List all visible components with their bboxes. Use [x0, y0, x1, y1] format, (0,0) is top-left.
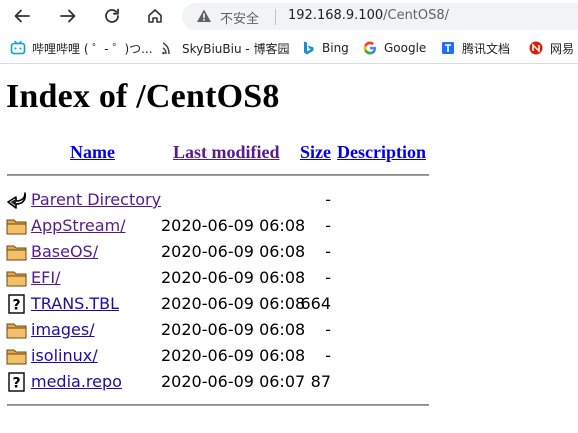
modified-date: 2020-06-09 06:08: [161, 216, 306, 235]
url-path: /CentOS8/: [383, 8, 450, 23]
home-button[interactable]: [141, 3, 169, 29]
back-arrow-icon: [14, 9, 30, 23]
svg-text:?: ?: [12, 298, 20, 314]
file-size: 87: [310, 372, 331, 391]
bilibili-icon: [10, 40, 26, 56]
bookmark-tencent-docs[interactable]: 腾讯文档: [440, 39, 510, 57]
bookmark-netease[interactable]: 网易: [528, 39, 574, 57]
footer-divider: [7, 404, 429, 406]
url-host: 192.168.9.100: [288, 8, 384, 23]
column-header-last-modified[interactable]: Last modified: [173, 142, 280, 163]
bookmark-label: 网易: [550, 41, 575, 56]
bookmarks-bar: 哔哩哔哩 ( ゜- ゜)つ... SkyBiuBiu - 博客园 Bing Go…: [0, 33, 578, 64]
modified-date: 2020-06-09 06:08: [161, 320, 306, 339]
page-content: Index of /CentOS8 Name Last modified Siz…: [0, 64, 578, 433]
modified-date: 2020-06-09 06:08: [161, 346, 306, 365]
table-row: ? TRANS.TBL 2020-06-09 06:08 664: [6, 292, 436, 316]
folder-icon: [6, 219, 27, 235]
folder-link[interactable]: EFI/: [31, 268, 60, 287]
file-link[interactable]: media.repo: [31, 372, 122, 391]
modified-date: 2020-06-09 06:08: [161, 242, 306, 261]
forward-button[interactable]: [54, 3, 82, 29]
column-header-name[interactable]: Name: [70, 142, 115, 163]
file-size: -: [325, 190, 331, 209]
table-row: images/ 2020-06-09 06:08 -: [6, 318, 436, 342]
bookmark-label: 腾讯文档: [462, 41, 511, 56]
header-divider: [7, 174, 429, 176]
omnibox-divider: [275, 9, 276, 25]
table-row: isolinux/ 2020-06-09 06:08 -: [6, 344, 436, 368]
file-size: -: [325, 268, 331, 287]
tencent-docs-icon: [440, 40, 456, 56]
bing-icon: [300, 40, 316, 56]
modified-date: 2020-06-09 06:08: [161, 268, 306, 287]
warning-icon[interactable]: [196, 8, 212, 24]
bookmark-label: Bing: [322, 41, 349, 55]
forward-arrow-icon: [60, 9, 76, 23]
browser-toolbar: 不安全 192.168.9.100/CentOS8/: [0, 0, 578, 33]
cnblogs-icon: [160, 40, 176, 56]
bookmark-cnblogs[interactable]: SkyBiuBiu - 博客园: [160, 39, 290, 57]
folder-icon: [6, 349, 27, 365]
address-bar[interactable]: 不安全 192.168.9.100/CentOS8/: [182, 3, 578, 30]
back-button[interactable]: [8, 3, 36, 29]
folder-link[interactable]: images/: [31, 320, 95, 339]
column-header-size[interactable]: Size: [300, 142, 331, 163]
back-arrow-icon: [7, 192, 26, 209]
security-status: 不安全: [220, 12, 260, 27]
url-text[interactable]: 192.168.9.100/CentOS8/: [288, 8, 449, 23]
folder-icon: [6, 271, 27, 287]
folder-icon: [6, 245, 27, 261]
file-size: -: [325, 320, 331, 339]
column-header-description[interactable]: Description: [337, 142, 426, 163]
bookmark-label: 哔哩哔哩 ( ゜- ゜)つ...: [32, 41, 153, 56]
parent-directory-link[interactable]: Parent Directory: [31, 190, 161, 209]
bookmark-label: SkyBiuBiu - 博客园: [182, 41, 290, 56]
bookmark-google[interactable]: Google: [362, 39, 426, 57]
table-row: EFI/ 2020-06-09 06:08 -: [6, 266, 436, 290]
unknown-file-icon: ?: [8, 372, 25, 392]
unknown-file-icon: ?: [8, 294, 25, 314]
folder-link[interactable]: BaseOS/: [31, 242, 98, 261]
folder-icon: [6, 323, 27, 339]
folder-link[interactable]: isolinux/: [31, 346, 98, 365]
reload-icon: [105, 8, 119, 23]
modified-date: 2020-06-09 06:08: [161, 294, 306, 313]
page-title: Index of /CentOS8: [6, 78, 280, 115]
file-size: -: [325, 242, 331, 261]
folder-link[interactable]: AppStream/: [31, 216, 126, 235]
modified-date: 2020-06-09 06:07: [161, 372, 306, 391]
reload-button[interactable]: [98, 3, 126, 29]
home-icon: [148, 9, 162, 23]
file-size: 664: [300, 294, 331, 313]
bookmark-label: Google: [384, 41, 427, 55]
file-size: -: [325, 346, 331, 365]
table-row: BaseOS/ 2020-06-09 06:08 -: [6, 240, 436, 264]
table-row: AppStream/ 2020-06-09 06:08 -: [6, 214, 436, 238]
file-link[interactable]: TRANS.TBL: [31, 294, 119, 313]
table-row: Parent Directory -: [6, 188, 436, 212]
google-icon: [362, 40, 378, 56]
netease-icon: [528, 40, 544, 56]
bookmark-bilibili[interactable]: 哔哩哔哩 ( ゜- ゜)つ...: [10, 39, 153, 57]
table-row: ? media.repo 2020-06-09 06:07 87: [6, 370, 436, 394]
file-size: -: [325, 216, 331, 235]
bookmark-bing[interactable]: Bing: [300, 39, 349, 57]
svg-text:?: ?: [12, 376, 20, 392]
